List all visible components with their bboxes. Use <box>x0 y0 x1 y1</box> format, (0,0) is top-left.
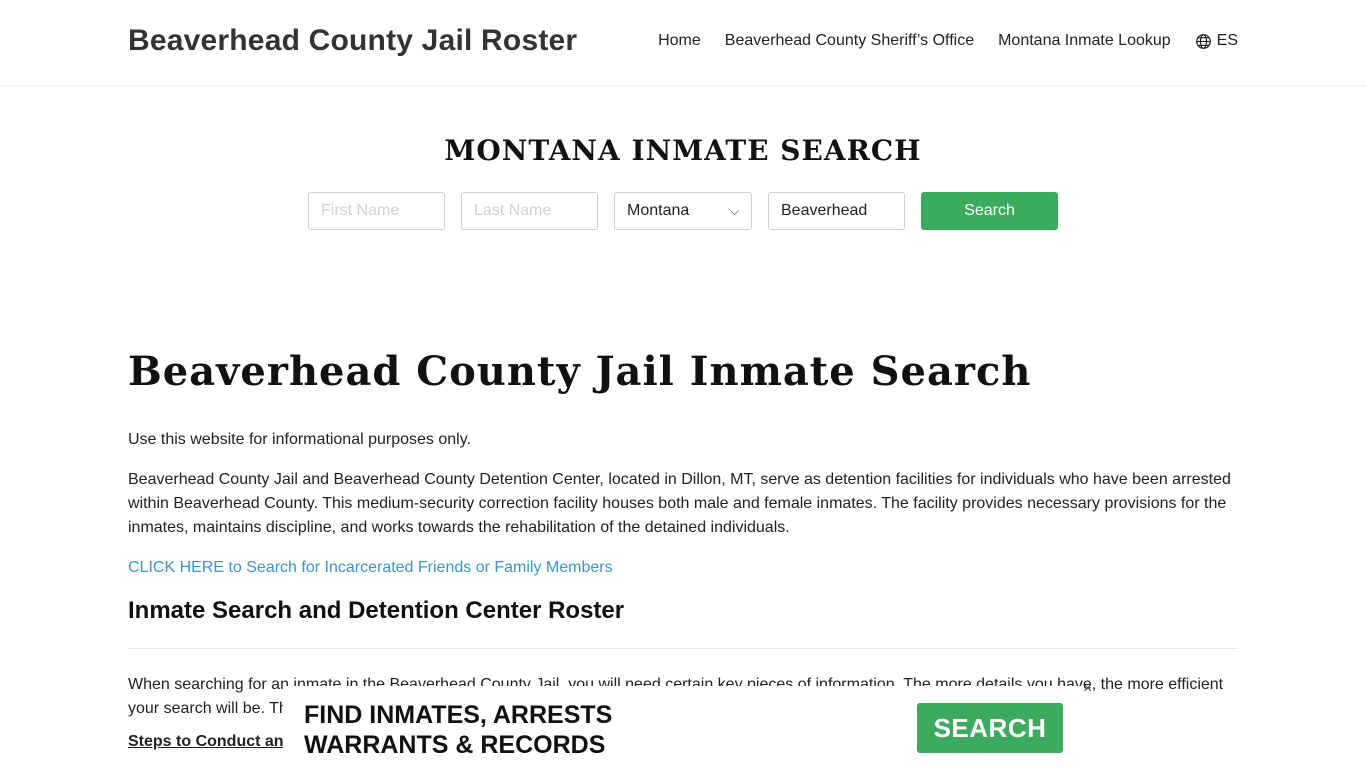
nav-sheriff-office[interactable]: Beaverhead County Sheriff’s Office <box>725 32 974 50</box>
state-select[interactable]: Montana ⌵ <box>614 192 752 230</box>
disclaimer-text: Use this website for informational purpo… <box>128 431 471 448</box>
search-family-link[interactable]: CLICK HERE to Search for Incarcerated Fr… <box>128 556 1238 580</box>
state-select-value: Montana <box>627 202 690 219</box>
page-title: Beaverhead County Jail Inmate Search <box>128 348 1032 395</box>
intro-paragraph: Beaverhead County Jail and Beaverhead Co… <box>128 471 1231 536</box>
first-name-input[interactable] <box>308 192 445 230</box>
nav-home[interactable]: Home <box>658 32 701 50</box>
chevron-down-icon: ⌵ <box>729 203 739 218</box>
globe-icon <box>1195 33 1211 49</box>
site-brand[interactable]: Beaverhead County Jail Roster <box>128 24 577 58</box>
search-button[interactable]: Search <box>921 192 1058 230</box>
main-nav: Home Beaverhead County Sheriff’s Office … <box>658 32 1238 50</box>
search-title: MONTANA INMATE SEARCH <box>444 134 922 167</box>
language-switcher[interactable]: ES <box>1195 32 1238 50</box>
section-heading: Inmate Search and Detention Center Roste… <box>128 597 625 624</box>
last-name-input[interactable] <box>461 192 598 230</box>
language-label: ES <box>1216 32 1238 49</box>
ad-line-2: WARRANTS & RECORDS <box>304 731 606 759</box>
close-icon[interactable]: × <box>1083 680 1092 698</box>
inmate-search-form: Montana ⌵ Search <box>308 192 1058 230</box>
divider <box>128 648 1238 649</box>
ad-headline: FIND INMATES, ARRESTS WARRANTS & RECORDS <box>304 700 612 760</box>
ad-search-button[interactable]: SEARCH <box>917 703 1063 753</box>
bottom-ad-banner[interactable]: FIND INMATES, ARRESTS WARRANTS & RECORDS… <box>283 680 1092 768</box>
nav-inmate-lookup[interactable]: Montana Inmate Lookup <box>998 32 1171 50</box>
county-input[interactable] <box>768 192 905 230</box>
ad-line-1: FIND INMATES, ARRESTS <box>304 701 613 729</box>
site-header: Beaverhead County Jail Roster Home Beave… <box>0 0 1366 86</box>
